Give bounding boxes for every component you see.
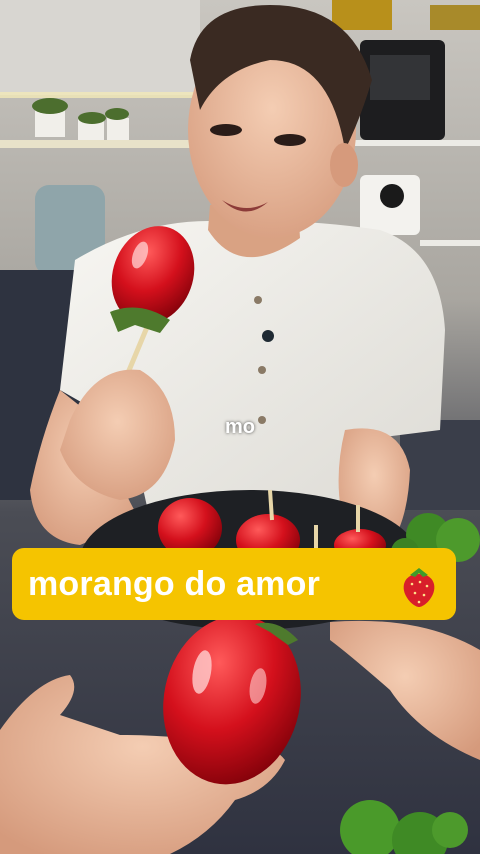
title-banner: morango do amor bbox=[12, 548, 456, 620]
title-banner-text: morango do amor bbox=[28, 564, 321, 603]
strawberry-icon bbox=[403, 568, 435, 607]
subtitle-word: mo bbox=[225, 416, 255, 438]
